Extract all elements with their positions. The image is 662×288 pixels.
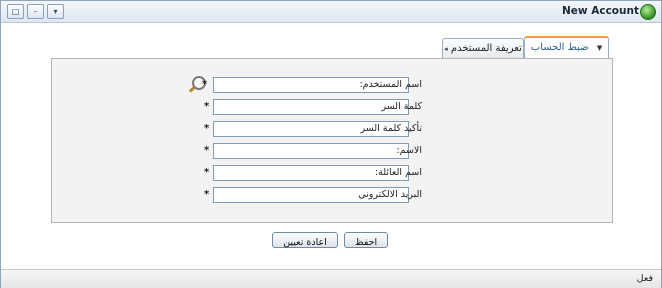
last-name-label: اسم العائلة: bbox=[374, 167, 422, 178]
form-row-password: * كلمة السر bbox=[52, 99, 612, 115]
minimize-icon: – bbox=[33, 7, 38, 16]
arrow-left-icon: ◂ bbox=[444, 45, 448, 53]
form-row-email: * البريد الالكتروني bbox=[52, 187, 612, 203]
form-row-first-name: * الاسم: bbox=[52, 143, 612, 159]
username-label: اسم المستخدم: bbox=[359, 79, 422, 90]
required-marker: * bbox=[204, 167, 210, 178]
new-account-window: □ – ▾ New Account ◂ تعريفة المستخدم ضبط … bbox=[0, 0, 662, 288]
globe-icon bbox=[640, 4, 656, 20]
chevron-down-icon: ▼ bbox=[596, 44, 603, 52]
restore-icon: □ bbox=[11, 7, 20, 16]
password-label: كلمة السر bbox=[381, 101, 422, 112]
status-text: فعل bbox=[636, 273, 653, 284]
required-marker: * bbox=[204, 145, 210, 156]
reset-button[interactable]: اعادة تعيين bbox=[272, 232, 338, 248]
tab-account-settings[interactable]: ضبط الحساب ▼ bbox=[524, 36, 609, 60]
save-button-label: احفظ bbox=[354, 237, 378, 248]
title-bar: □ – ▾ New Account bbox=[1, 1, 661, 23]
window-menu-button[interactable]: ▾ bbox=[47, 4, 64, 19]
form-row-last-name: * اسم العائلة: bbox=[52, 165, 612, 181]
form-row-confirm-password: * تأكيد كلمة السر bbox=[52, 121, 612, 137]
account-form-panel: * اسم المستخدم: * كلمة السر * تأكيد كلمة… bbox=[51, 58, 613, 223]
form-row-username: * اسم المستخدم: bbox=[52, 76, 612, 93]
minimize-button[interactable]: – bbox=[27, 4, 44, 19]
confirm-password-label: تأكيد كلمة السر bbox=[360, 123, 422, 134]
first-name-label: الاسم: bbox=[396, 145, 422, 156]
restore-button[interactable]: □ bbox=[7, 4, 24, 19]
required-marker: * bbox=[202, 79, 208, 90]
required-marker: * bbox=[204, 189, 210, 200]
status-bar: فعل bbox=[1, 269, 661, 288]
email-label: البريد الالكتروني bbox=[358, 189, 422, 200]
tab-user-profile[interactable]: ◂ تعريفة المستخدم bbox=[442, 38, 524, 60]
required-marker: * bbox=[204, 123, 210, 134]
tab-label: تعريفة المستخدم bbox=[450, 43, 522, 54]
tab-label: ضبط الحساب bbox=[530, 42, 589, 53]
reset-button-label: اعادة تعيين bbox=[283, 237, 327, 248]
required-marker: * bbox=[204, 101, 210, 112]
save-button[interactable]: احفظ bbox=[344, 232, 388, 248]
window-title: New Account bbox=[561, 5, 639, 17]
chevron-down-icon: ▾ bbox=[53, 7, 58, 16]
